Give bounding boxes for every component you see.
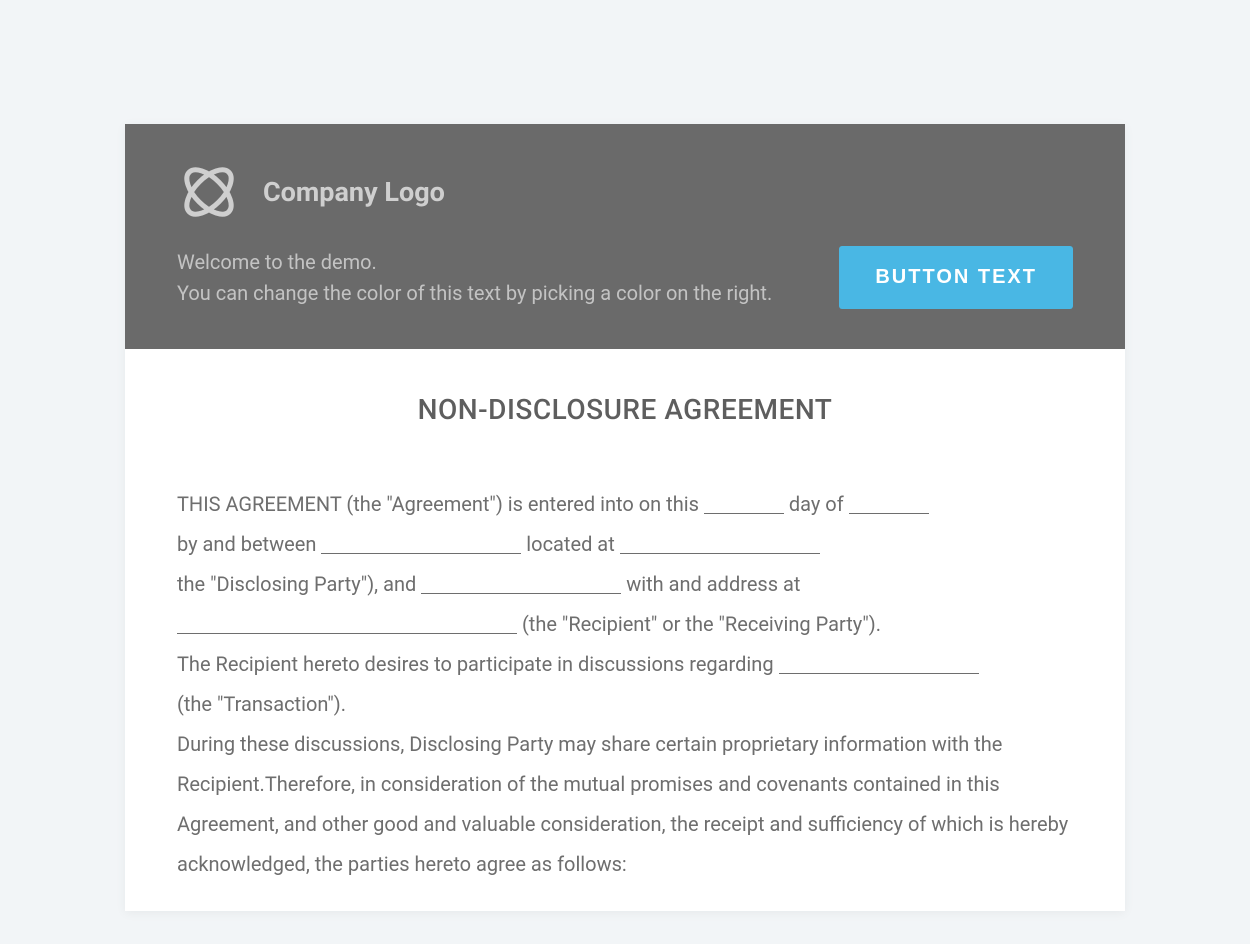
company-logo-icon: [177, 160, 241, 224]
blank-party2-address[interactable]: [177, 614, 517, 634]
document-body: NON-DISCLOSURE AGREEMENT THIS AGREEMENT …: [125, 349, 1125, 944]
header-banner: Company Logo Welcome to the demo. You ca…: [125, 124, 1125, 349]
company-logo-text: Company Logo: [263, 176, 445, 208]
welcome-line-2: You can change the color of this text by…: [177, 278, 772, 309]
para-3-a: the "Disclosing Party"), and: [177, 572, 421, 596]
para-2-a: by and between: [177, 532, 321, 556]
welcome-line-1: Welcome to the demo.: [177, 247, 772, 278]
blank-month[interactable]: [849, 494, 929, 514]
para-6: (the "Transaction").: [177, 692, 346, 716]
para-5-a: The Recipient hereto desires to particip…: [177, 652, 779, 676]
blank-party1-location[interactable]: [620, 534, 820, 554]
document-title: NON-DISCLOSURE AGREEMENT: [177, 393, 1073, 426]
blank-day[interactable]: [704, 494, 784, 514]
para-1-a: THIS AGREEMENT (the "Agreement") is ente…: [177, 492, 704, 516]
welcome-text: Welcome to the demo. You can change the …: [177, 247, 772, 309]
document-text: THIS AGREEMENT (the "Agreement") is ente…: [177, 484, 1073, 884]
para-2-b: located at: [521, 532, 619, 556]
logo-row: Company Logo: [177, 160, 1073, 224]
blank-transaction[interactable]: [779, 654, 979, 674]
header-content-row: Welcome to the demo. You can change the …: [177, 246, 1073, 309]
para-3-b: with and address at: [621, 572, 800, 596]
para-4-b: (the "Recipient" or the "Receiving Party…: [517, 612, 881, 636]
header-action-button[interactable]: BUTTON TEXT: [839, 246, 1073, 309]
blank-party1-name[interactable]: [321, 534, 521, 554]
para-7: During these discussions, Disclosing Par…: [177, 732, 1068, 876]
para-1-b: day of: [784, 492, 849, 516]
blank-party2-name[interactable]: [421, 574, 621, 594]
document-page: Company Logo Welcome to the demo. You ca…: [125, 124, 1125, 911]
